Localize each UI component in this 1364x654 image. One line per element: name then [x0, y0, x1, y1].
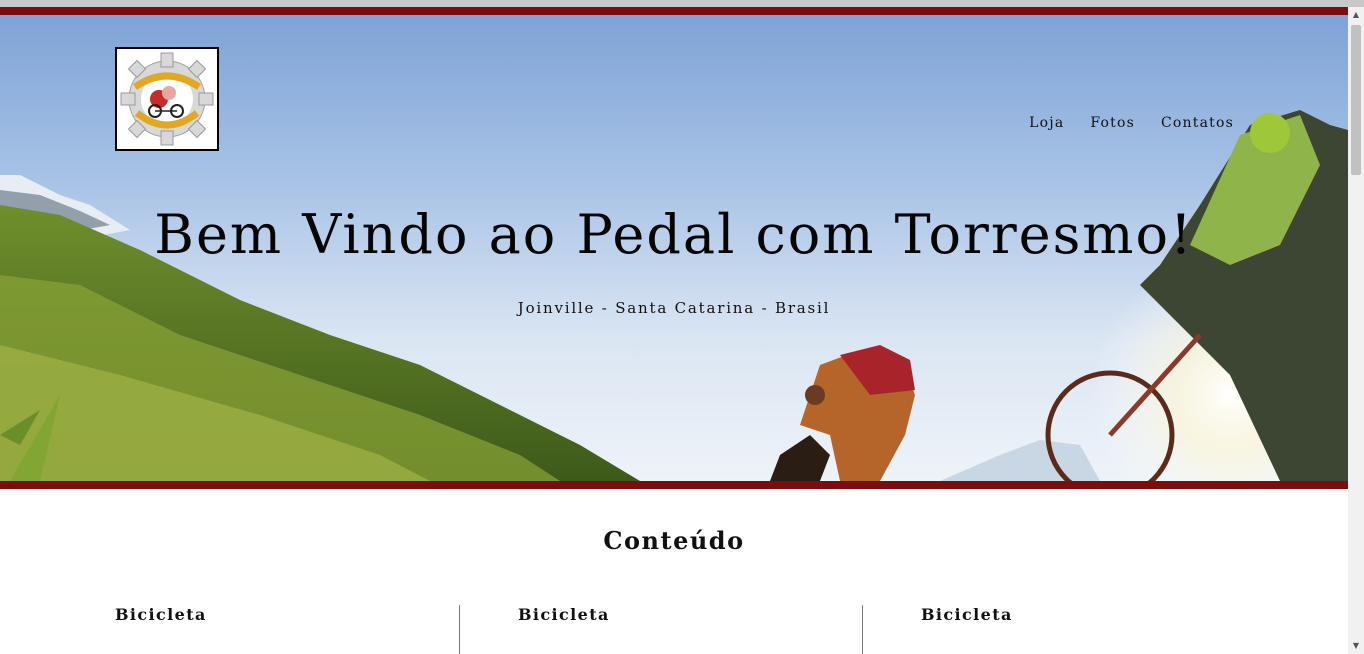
- main-nav: Loja Fotos Contatos: [1029, 115, 1234, 131]
- vertical-scrollbar[interactable]: ▲ ▼: [1348, 7, 1364, 654]
- hero-subtitle: Joinville - Santa Catarina - Brasil: [517, 299, 831, 317]
- hero-title: Bem Vindo ao Pedal com Torresmo!: [154, 203, 1194, 266]
- content-column-heading: Bicicleta: [921, 605, 1013, 624]
- nav-item-fotos[interactable]: Fotos: [1090, 115, 1135, 131]
- nav-item-loja[interactable]: Loja: [1029, 115, 1064, 131]
- content-column: Bicicleta: [921, 605, 1013, 654]
- content-section-title: Conteúdo: [603, 526, 745, 555]
- scroll-up-arrow-icon[interactable]: ▲: [1348, 7, 1364, 23]
- page: Loja Fotos Contatos Bem Vindo ao Pedal c…: [0, 7, 1348, 654]
- site-logo[interactable]: [115, 47, 219, 151]
- column-divider: [459, 605, 460, 654]
- browser-top-bar: [0, 0, 1364, 7]
- scrollbar-thumb[interactable]: [1351, 25, 1361, 175]
- content-column: Bicicleta: [115, 605, 207, 654]
- hero-banner: Loja Fotos Contatos Bem Vindo ao Pedal c…: [0, 7, 1348, 489]
- scroll-down-arrow-icon[interactable]: ▼: [1348, 638, 1364, 654]
- logo-gear-emblem: [120, 52, 214, 146]
- nav-item-contatos[interactable]: Contatos: [1161, 115, 1234, 131]
- content-column-heading: Bicicleta: [518, 605, 610, 624]
- content-column-heading: Bicicleta: [115, 605, 207, 624]
- column-divider: [862, 605, 863, 654]
- content-column: Bicicleta: [518, 605, 610, 654]
